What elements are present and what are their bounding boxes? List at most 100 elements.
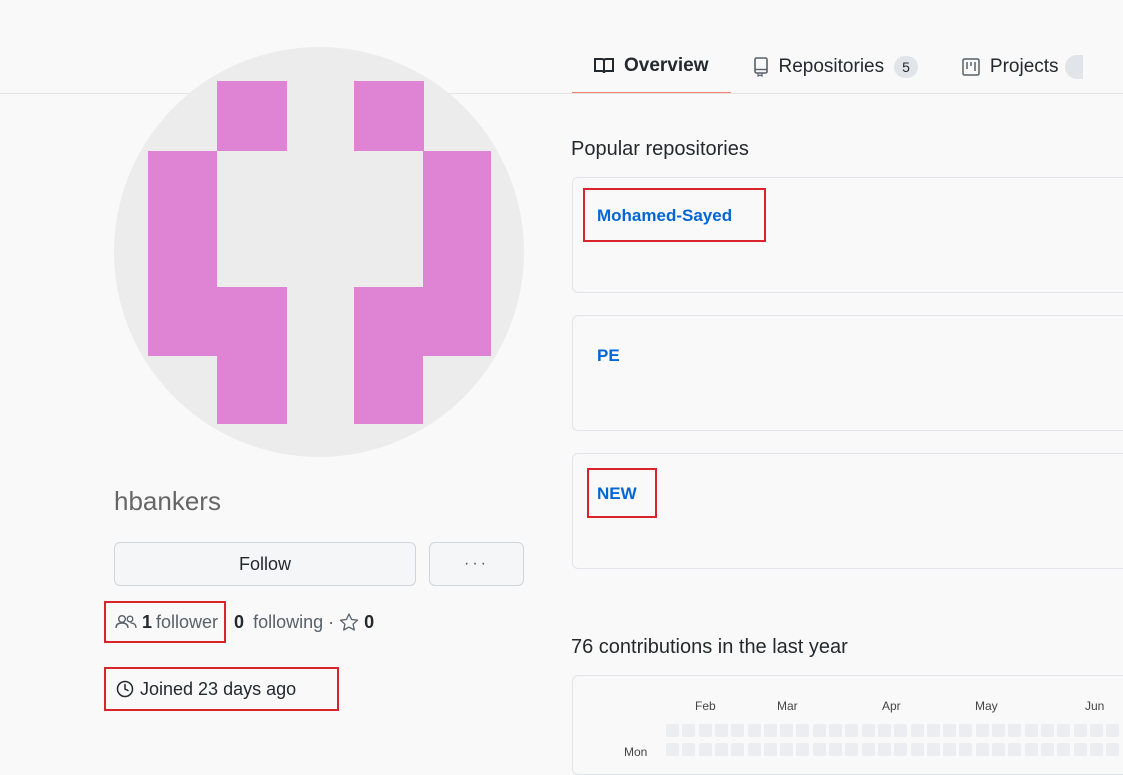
- avatar[interactable]: [114, 47, 524, 457]
- repo-icon: [753, 57, 768, 77]
- contribution-cell[interactable]: [731, 724, 745, 737]
- avatar-pixel: [354, 81, 424, 151]
- contribution-cell[interactable]: [992, 724, 1005, 737]
- repo-card: [572, 315, 1123, 431]
- contribution-cell[interactable]: [747, 724, 761, 737]
- contribution-cell[interactable]: [926, 743, 940, 756]
- contribution-cell[interactable]: [682, 743, 696, 756]
- contribution-cell[interactable]: [910, 743, 924, 756]
- following-link[interactable]: 0 following: [234, 612, 323, 633]
- contribution-cell[interactable]: [943, 743, 957, 756]
- contribution-cell[interactable]: [845, 724, 859, 737]
- star-icon: [339, 613, 359, 631]
- contribution-cell[interactable]: [698, 724, 712, 737]
- contribution-cell[interactable]: [829, 743, 842, 756]
- follow-button[interactable]: Follow: [114, 542, 416, 586]
- month-label: Apr: [882, 699, 901, 713]
- repositories-count-badge: 5: [894, 56, 918, 78]
- profile-page: Overview Repositories 5 Projects hbanker…: [0, 0, 1123, 775]
- contribution-cell[interactable]: [1040, 743, 1054, 756]
- repo-link-mohamed-sayed[interactable]: Mohamed-Sayed: [597, 206, 732, 226]
- contribution-cell[interactable]: [829, 724, 842, 737]
- following-label: following: [253, 611, 324, 632]
- stats-separator: ·: [328, 611, 335, 632]
- contribution-cell[interactable]: [910, 724, 924, 737]
- popular-repos-title: Popular repositories: [571, 138, 749, 160]
- profile-tabnav: Overview Repositories 5 Projects: [572, 40, 1105, 94]
- contribution-cell[interactable]: [796, 724, 810, 737]
- following-count: 0: [234, 611, 245, 632]
- contribution-cell[interactable]: [877, 743, 891, 756]
- contribution-cell[interactable]: [1073, 724, 1087, 737]
- stars-link[interactable]: 0: [339, 612, 378, 633]
- contribution-cell[interactable]: [975, 743, 989, 756]
- contribution-cell[interactable]: [1008, 743, 1022, 756]
- contribution-cell[interactable]: [959, 743, 973, 756]
- tabnav-divider: [0, 93, 1123, 94]
- month-label: Feb: [695, 699, 716, 713]
- month-label: Jun: [1085, 699, 1105, 713]
- people-icon: [115, 615, 137, 629]
- contribution-cell[interactable]: [975, 724, 989, 737]
- month-label: Mar: [777, 699, 798, 713]
- contribution-cell[interactable]: [1024, 724, 1038, 737]
- contribution-cell[interactable]: [861, 724, 875, 737]
- contribution-cell[interactable]: [1106, 743, 1120, 756]
- followers-link[interactable]: 1 follower: [104, 601, 227, 643]
- contribution-cell[interactable]: [992, 743, 1005, 756]
- tab-repositories[interactable]: Repositories 5: [731, 40, 940, 94]
- joined-date: Joined 23 days ago: [104, 667, 339, 711]
- contribution-cell[interactable]: [894, 743, 908, 756]
- contribution-cell[interactable]: [1057, 724, 1071, 737]
- contribution-cell[interactable]: [796, 743, 810, 756]
- tab-projects-label: Projects: [989, 56, 1059, 77]
- avatar-pixel: [148, 151, 217, 356]
- contribution-cell[interactable]: [698, 743, 712, 756]
- avatar-pixel: [354, 287, 423, 424]
- contribution-cell[interactable]: [845, 743, 859, 756]
- contribution-cell[interactable]: [682, 724, 696, 737]
- repo-link-new[interactable]: NEW: [597, 484, 637, 504]
- contribution-cell[interactable]: [747, 743, 761, 756]
- contribution-cell[interactable]: [666, 743, 679, 756]
- contribution-cell[interactable]: [714, 743, 728, 756]
- contribution-cell[interactable]: [959, 724, 973, 737]
- contribution-cell[interactable]: [1089, 724, 1103, 737]
- contribution-cell[interactable]: [1106, 724, 1120, 737]
- contribution-cell[interactable]: [812, 743, 826, 756]
- contribution-cell[interactable]: [1008, 724, 1022, 737]
- contribution-cell[interactable]: [731, 743, 745, 756]
- contribution-cell[interactable]: [666, 724, 679, 737]
- contribution-cell[interactable]: [1073, 743, 1087, 756]
- avatar-pixel: [217, 287, 287, 424]
- tab-overview-label: Overview: [624, 55, 709, 76]
- followers-count: 1: [142, 611, 153, 632]
- contribution-cell[interactable]: [877, 724, 891, 737]
- tab-overview[interactable]: Overview: [572, 40, 731, 94]
- repo-link-pe[interactable]: PE: [597, 346, 620, 366]
- more-options-button[interactable]: ···: [429, 542, 524, 586]
- stars-count: 0: [364, 611, 375, 632]
- avatar-pixel: [423, 151, 491, 356]
- contribution-cell[interactable]: [943, 724, 957, 737]
- contribution-cell[interactable]: [1024, 743, 1038, 756]
- followers-label: follower: [156, 611, 219, 632]
- contribution-cell[interactable]: [1040, 724, 1054, 737]
- month-label: May: [975, 699, 998, 713]
- projects-count-badge: [1064, 55, 1083, 79]
- clock-icon: [116, 680, 134, 698]
- contribution-cell[interactable]: [763, 743, 777, 756]
- username: hbankers: [114, 486, 221, 516]
- contribution-cell[interactable]: [861, 743, 875, 756]
- contribution-cell[interactable]: [894, 724, 908, 737]
- contribution-cell[interactable]: [714, 724, 728, 737]
- contribution-cell[interactable]: [780, 724, 794, 737]
- contribution-cell[interactable]: [763, 724, 777, 737]
- tab-projects[interactable]: Projects: [940, 40, 1105, 94]
- contribution-cell[interactable]: [780, 743, 794, 756]
- contribution-cell[interactable]: [1057, 743, 1071, 756]
- contribution-cell[interactable]: [926, 724, 940, 737]
- contribution-cell[interactable]: [1089, 743, 1103, 756]
- avatar-pixel: [217, 81, 287, 151]
- contribution-cell[interactable]: [812, 724, 826, 737]
